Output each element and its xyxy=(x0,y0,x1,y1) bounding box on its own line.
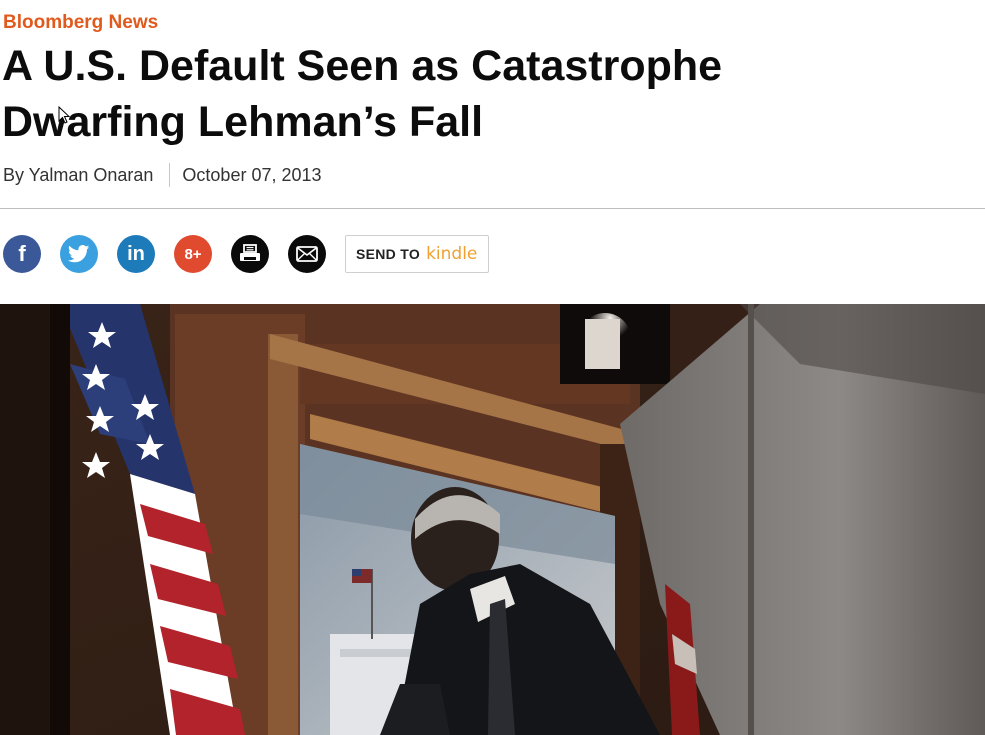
byline: By Yalman Onaran October 07, 2013 xyxy=(3,163,322,187)
email-button[interactable] xyxy=(288,235,326,273)
share-bar: f in 8+ SEND TO kindle xyxy=(3,234,490,274)
publish-date: October 07, 2013 xyxy=(182,164,322,185)
send-to-kindle-button[interactable]: SEND TO kindle xyxy=(345,235,490,273)
print-icon xyxy=(240,244,260,261)
article-page: Bloomberg News A U.S. Default Seen as Ca… xyxy=(0,0,985,735)
facebook-icon: f xyxy=(18,241,26,266)
byline-divider xyxy=(169,163,171,187)
email-icon xyxy=(296,246,318,262)
kindle-logo: kindle xyxy=(426,244,478,264)
twitter-icon xyxy=(68,245,90,263)
press-conference-image xyxy=(0,304,985,735)
facebook-share-button[interactable]: f xyxy=(3,235,41,273)
send-to-label: SEND TO xyxy=(356,246,421,262)
linkedin-share-button[interactable]: in xyxy=(117,235,155,273)
author-link[interactable]: By Yalman Onaran xyxy=(3,165,153,186)
page-title: A U.S. Default Seen as Catastrophe Dwarf… xyxy=(2,38,962,150)
source-kicker[interactable]: Bloomberg News xyxy=(3,12,158,34)
google-plus-icon: 8+ xyxy=(184,245,202,263)
headline-line-1: A U.S. Default Seen as Catastrophe xyxy=(2,42,723,90)
mouse-cursor xyxy=(58,106,70,124)
linkedin-icon: in xyxy=(127,242,145,265)
header-divider xyxy=(0,208,985,209)
twitter-share-button[interactable] xyxy=(60,235,98,273)
headline-line-2: Dwarfing Lehman’s Fall xyxy=(2,98,484,146)
print-button[interactable] xyxy=(231,235,269,273)
article-photo xyxy=(0,304,985,735)
google-plus-share-button[interactable]: 8+ xyxy=(174,235,212,273)
